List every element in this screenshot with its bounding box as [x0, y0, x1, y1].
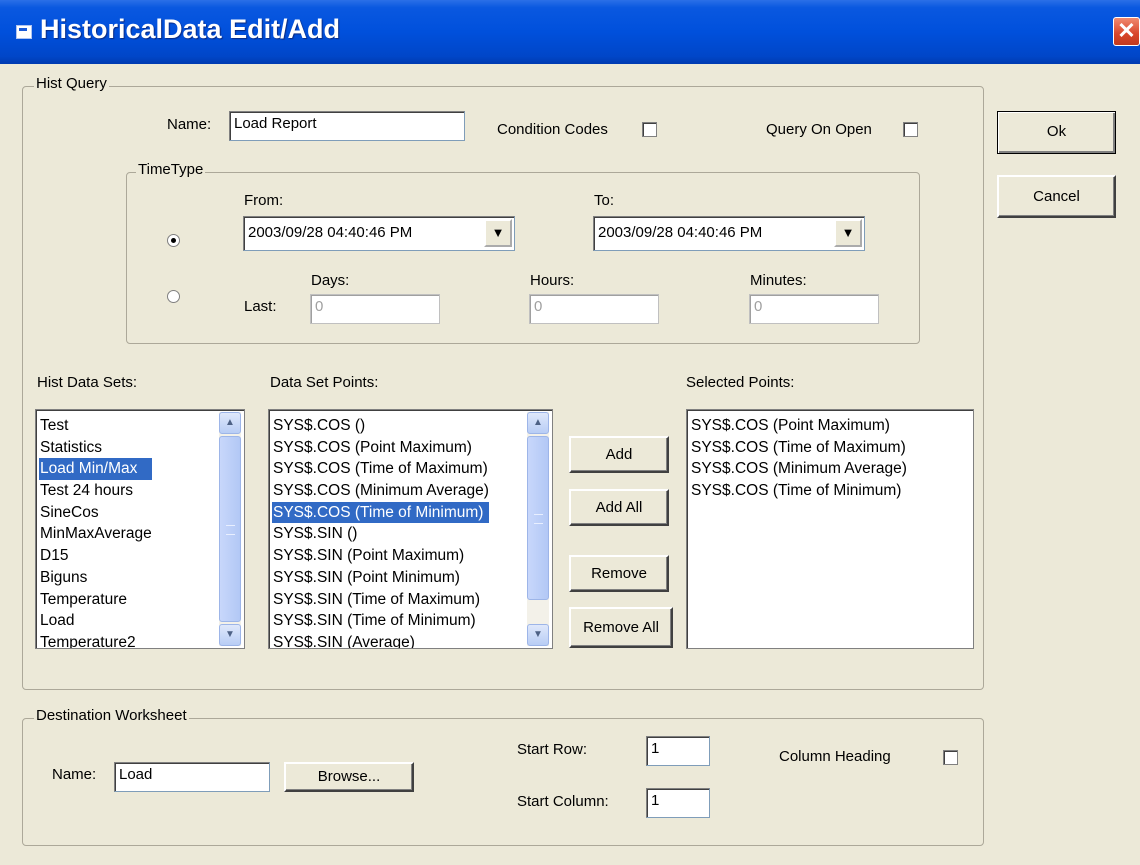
close-button[interactable]: ✕	[1113, 17, 1140, 46]
hist-data-set-item[interactable]: Load Min/Max	[39, 458, 152, 481]
browse-button[interactable]: Browse...	[284, 762, 414, 792]
data-set-point-item[interactable]: SYS$.SIN (Average)	[272, 632, 489, 648]
hist-data-set-item[interactable]: Biguns	[39, 567, 152, 589]
start-column-input[interactable]: 1	[646, 788, 710, 818]
query-name-input[interactable]: Load Report	[229, 111, 465, 141]
hours-label: Hours:	[530, 272, 575, 289]
scroll-down-icon[interactable]: ▼	[219, 624, 241, 646]
selected-points-label: Selected Points:	[686, 374, 795, 391]
selected-point-item[interactable]: SYS$.COS (Point Maximum)	[690, 415, 907, 437]
scroll-up-icon[interactable]: ▲	[527, 412, 549, 434]
hist-data-set-item[interactable]: Temperature2	[39, 632, 152, 648]
query-name-label: Name:	[167, 116, 212, 133]
data-set-point-item[interactable]: SYS$.SIN ()	[272, 523, 489, 545]
selected-point-item[interactable]: SYS$.COS (Time of Maximum)	[690, 437, 907, 459]
data-set-points-list[interactable]: SYS$.COS () SYS$.COS (Point Maximum) SYS$.…	[268, 409, 553, 649]
window-title: HistoricalData Edit/Add	[40, 14, 341, 44]
data-set-point-item[interactable]: SYS$.COS (Time of Minimum)	[272, 501, 489, 524]
days-input[interactable]: 0	[310, 294, 440, 324]
minutes-label: Minutes:	[750, 272, 807, 289]
hist-data-set-item[interactable]: Temperature	[39, 589, 152, 611]
remove-button[interactable]: Remove	[569, 555, 669, 592]
start-row-input[interactable]: 1	[646, 736, 710, 766]
last-label: Last:	[244, 298, 277, 315]
add-all-button[interactable]: Add All	[569, 489, 669, 526]
from-dropdown-icon[interactable]: ▼	[484, 219, 512, 247]
data-set-point-item[interactable]: SYS$.COS (Time of Maximum)	[272, 458, 489, 480]
cancel-button[interactable]: Cancel	[997, 175, 1116, 218]
to-dropdown-icon[interactable]: ▼	[834, 219, 862, 247]
hist-data-sets-scrollbar[interactable]: ▲ ▼	[219, 412, 241, 646]
hours-input[interactable]: 0	[529, 294, 659, 324]
worksheet-name-label: Name:	[52, 766, 97, 783]
hist-query-legend: Hist Query	[34, 75, 109, 92]
hist-data-sets-label: Hist Data Sets:	[37, 374, 138, 391]
to-label: To:	[594, 192, 615, 209]
to-datetime-value: 2003/09/28 04:40:46 PM	[598, 224, 763, 241]
from-datetime-value: 2003/09/28 04:40:46 PM	[248, 224, 413, 241]
range-radio[interactable]	[167, 234, 180, 247]
last-radio[interactable]	[167, 290, 180, 303]
data-set-point-item[interactable]: SYS$.SIN (Point Minimum)	[272, 567, 489, 589]
data-set-points-label: Data Set Points:	[270, 374, 379, 391]
time-type-legend: TimeType	[136, 161, 206, 178]
destination-worksheet-legend: Destination Worksheet	[34, 707, 189, 724]
data-set-point-item[interactable]: SYS$.SIN (Time of Minimum)	[272, 610, 489, 632]
query-on-open-checkbox[interactable]	[903, 122, 918, 137]
add-button[interactable]: Add	[569, 436, 669, 473]
data-set-point-item[interactable]: SYS$.COS ()	[272, 415, 489, 437]
worksheet-name-input[interactable]: Load	[114, 762, 270, 792]
hist-data-set-item[interactable]: Statistics	[39, 437, 152, 459]
condition-codes-label: Condition Codes	[497, 121, 608, 138]
days-label: Days:	[311, 272, 350, 289]
hist-data-set-item[interactable]: Test 24 hours	[39, 480, 152, 502]
query-on-open-label: Query On Open	[766, 121, 872, 138]
data-set-point-item[interactable]: SYS$.SIN (Time of Maximum)	[272, 589, 489, 611]
column-heading-checkbox[interactable]	[943, 750, 958, 765]
selected-points-list[interactable]: SYS$.COS (Point Maximum) SYS$.COS (Time o…	[686, 409, 974, 649]
title-bar[interactable]: HistoricalData Edit/Add ✕	[0, 0, 1140, 64]
start-column-label: Start Column:	[517, 793, 609, 810]
data-set-point-item[interactable]: SYS$.COS (Minimum Average)	[272, 480, 489, 502]
condition-codes-checkbox[interactable]	[642, 122, 657, 137]
minutes-input[interactable]: 0	[749, 294, 879, 324]
hist-data-set-item[interactable]: MinMaxAverage	[39, 523, 152, 545]
scroll-down-icon[interactable]: ▼	[527, 624, 549, 646]
from-datetime-picker[interactable]: 2003/09/28 04:40:46 PM ▼	[243, 216, 515, 251]
hist-data-set-item[interactable]: Test	[39, 415, 152, 437]
hist-data-set-item[interactable]: Load	[39, 610, 152, 632]
data-set-point-item[interactable]: SYS$.COS (Point Maximum)	[272, 437, 489, 459]
from-label: From:	[244, 192, 284, 209]
data-set-point-item[interactable]: SYS$.SIN (Point Maximum)	[272, 545, 489, 567]
data-set-points-scrollbar[interactable]: ▲ ▼	[527, 412, 549, 646]
selected-points-items: SYS$.COS (Point Maximum) SYS$.COS (Time o…	[690, 415, 907, 502]
selected-point-item[interactable]: SYS$.COS (Time of Minimum)	[690, 480, 907, 502]
window-icon	[16, 25, 32, 39]
hist-data-set-item[interactable]: SineCos	[39, 502, 152, 524]
hist-data-sets-list[interactable]: Test Statistics Load Min/Max Test 24 hours S…	[35, 409, 245, 649]
remove-all-button[interactable]: Remove All	[569, 607, 673, 648]
column-heading-label: Column Heading	[779, 748, 891, 765]
start-row-label: Start Row:	[517, 741, 588, 758]
to-datetime-picker[interactable]: 2003/09/28 04:40:46 PM ▼	[593, 216, 865, 251]
scroll-thumb[interactable]	[527, 436, 549, 600]
ok-button[interactable]: Ok	[997, 111, 1116, 154]
hist-data-sets-items: Test Statistics Load Min/Max Test 24 hours S…	[39, 415, 152, 648]
selected-point-item[interactable]: SYS$.COS (Minimum Average)	[690, 458, 907, 480]
data-set-points-items: SYS$.COS () SYS$.COS (Point Maximum) SYS$.…	[272, 415, 489, 648]
scroll-thumb[interactable]	[219, 436, 241, 622]
hist-data-set-item[interactable]: D15	[39, 545, 152, 567]
scroll-up-icon[interactable]: ▲	[219, 412, 241, 434]
